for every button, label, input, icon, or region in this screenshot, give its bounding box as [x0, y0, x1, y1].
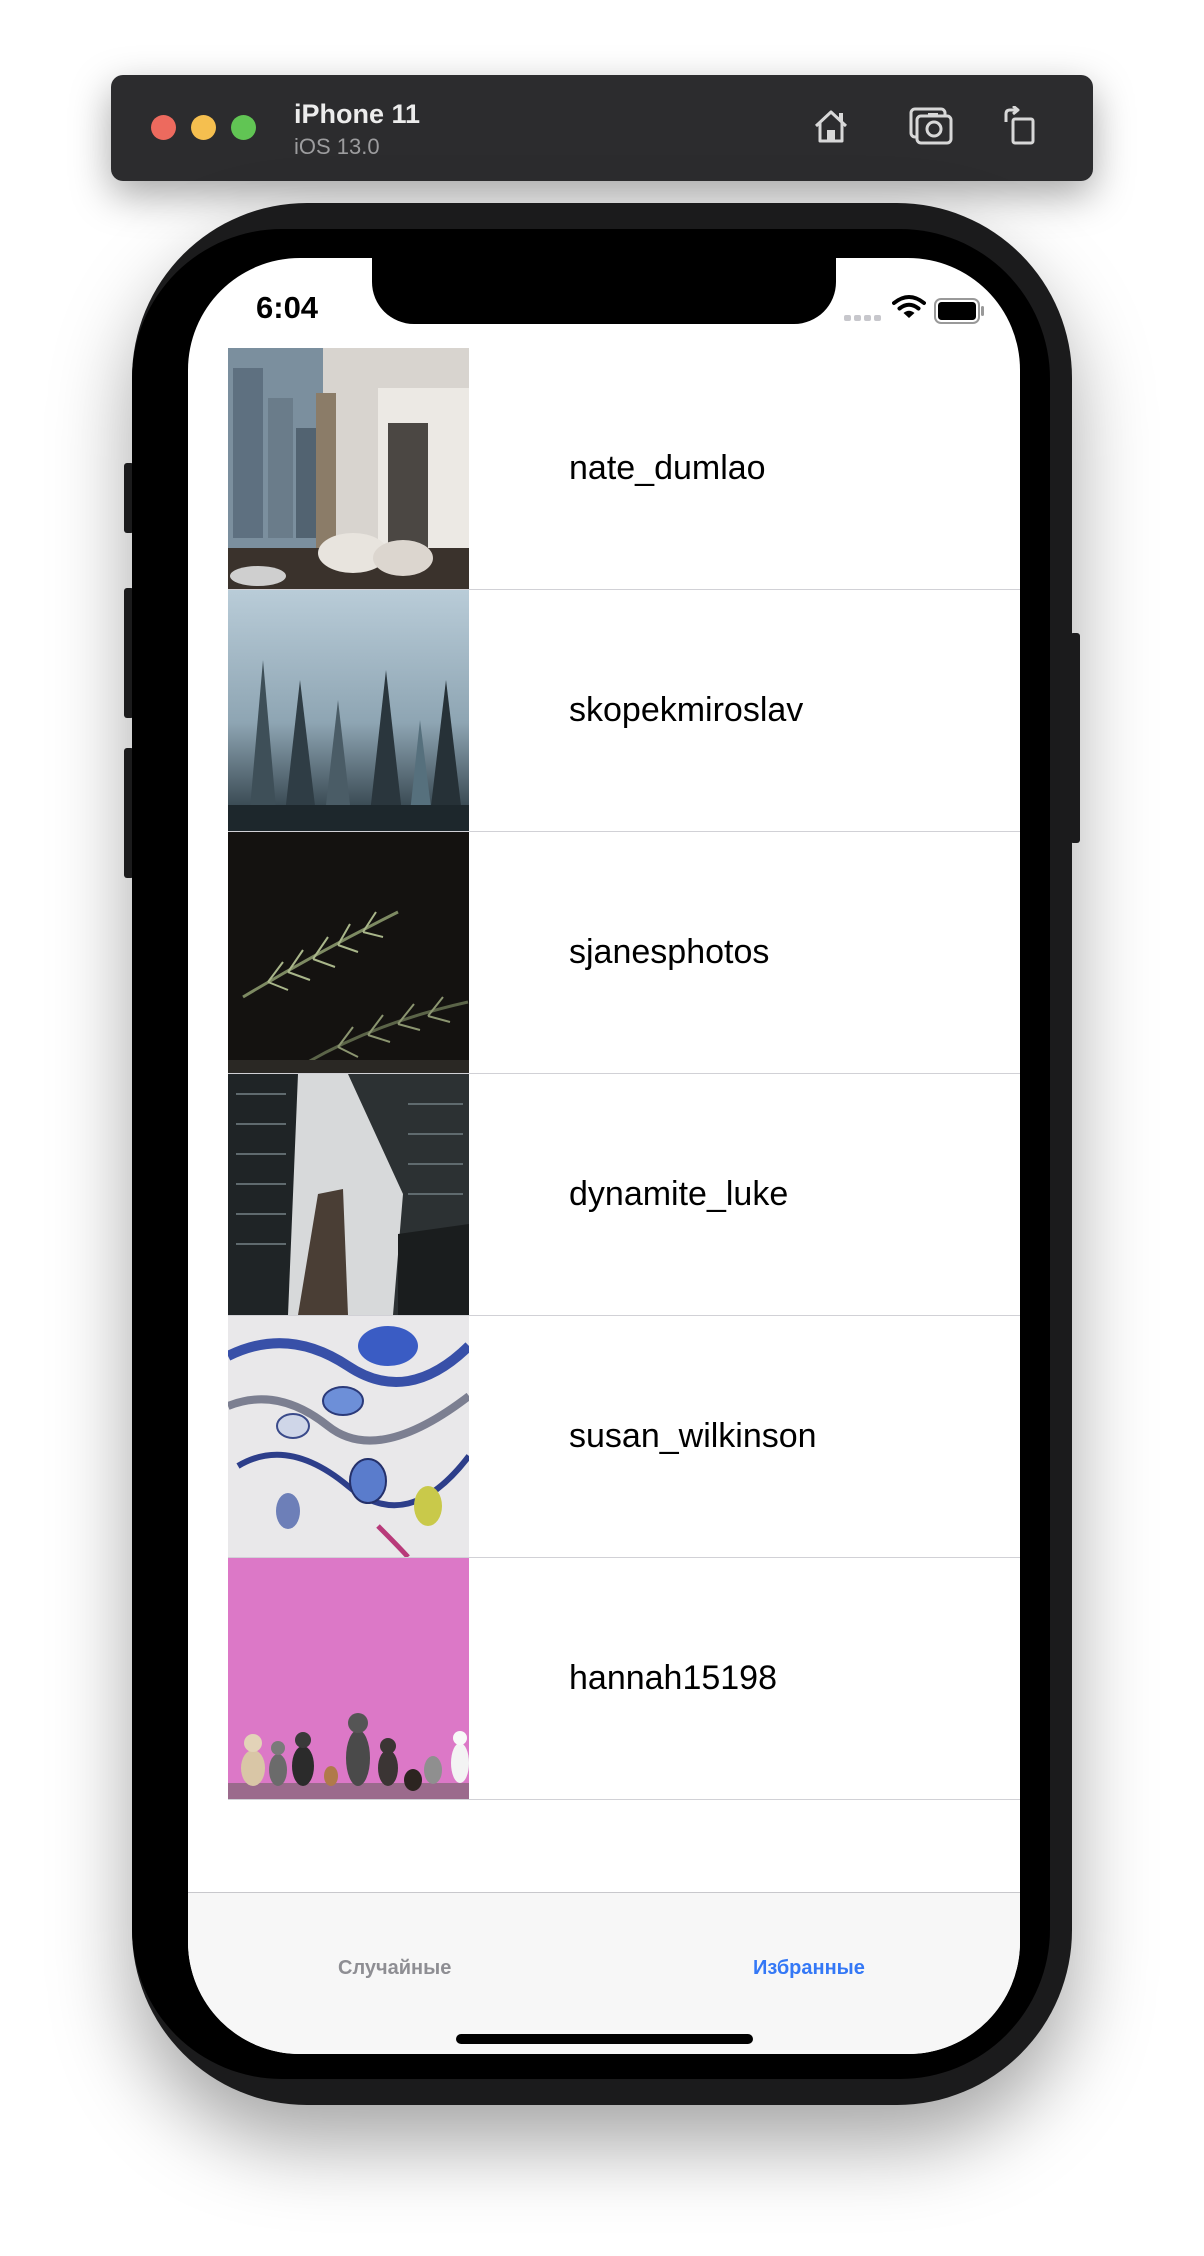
simulator-toolbar: iPhone 11 iOS 13.0	[111, 75, 1093, 181]
close-window-button[interactable]	[151, 115, 176, 140]
screenshot-icon	[908, 106, 954, 151]
home-icon	[811, 106, 851, 151]
photo-thumbnail	[228, 1316, 469, 1557]
photo-thumbnail	[228, 590, 469, 831]
username-label: skopekmiroslav	[569, 691, 804, 729]
photo-list[interactable]: nate_dumlao skopekmiroslav sjanesphotos …	[228, 348, 1020, 1800]
notch	[372, 258, 836, 324]
rotate-button[interactable]	[995, 103, 1045, 153]
power-button	[1070, 633, 1080, 843]
list-item[interactable]: nate_dumlao	[228, 348, 1020, 590]
username-label: sjanesphotos	[569, 933, 770, 971]
list-item[interactable]: hannah15198	[228, 1558, 1020, 1800]
wifi-icon	[892, 294, 926, 325]
photo-thumbnail	[228, 832, 469, 1073]
photo-thumbnail	[228, 1074, 469, 1315]
device-name: iPhone 11	[294, 99, 421, 129]
battery-icon	[934, 298, 986, 329]
phone-screen: 6:04 nate_dumlao skopekmiroslav sjanesph…	[188, 258, 1020, 2054]
username-label: nate_dumlao	[569, 449, 766, 487]
zoom-window-button[interactable]	[231, 115, 256, 140]
os-version: iOS 13.0	[294, 134, 380, 159]
screenshot-button[interactable]	[906, 103, 956, 153]
rotate-icon	[1000, 104, 1040, 151]
tab-random[interactable]: Случайные	[338, 1957, 451, 1980]
list-item[interactable]: dynamite_luke	[228, 1074, 1020, 1316]
username-label: dynamite_luke	[569, 1175, 789, 1213]
cellular-signal-icon	[844, 310, 884, 328]
simulator-stage: iPhone 11 iOS 13.0 6:04 nate_dumlao skop…	[0, 0, 1204, 2256]
username-label: susan_wilkinson	[569, 1417, 817, 1455]
minimize-window-button[interactable]	[191, 115, 216, 140]
photo-thumbnail	[228, 348, 469, 589]
photo-thumbnail	[228, 1558, 469, 1799]
username-label: hannah15198	[569, 1659, 778, 1697]
status-time: 6:04	[256, 290, 319, 325]
home-indicator[interactable]	[456, 2034, 753, 2044]
list-item[interactable]: skopekmiroslav	[228, 590, 1020, 832]
home-button[interactable]	[806, 103, 856, 153]
tab-bar: Случайные Избранные	[188, 1892, 1020, 2054]
list-item[interactable]: susan_wilkinson	[228, 1316, 1020, 1558]
tab-favorites[interactable]: Избранные	[753, 1957, 865, 1980]
list-item[interactable]: sjanesphotos	[228, 832, 1020, 1074]
